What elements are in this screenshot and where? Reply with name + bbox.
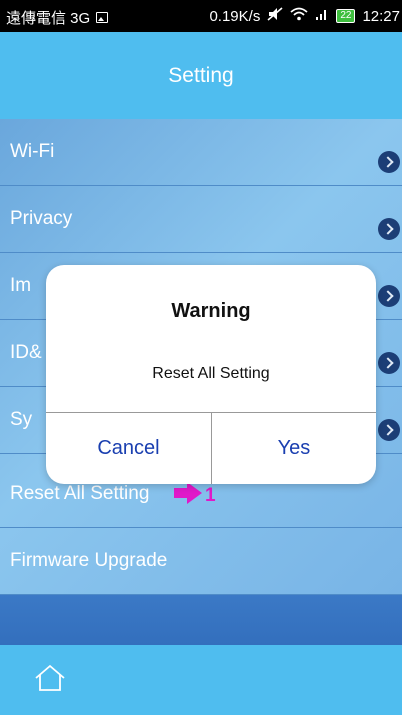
dialog-title: Warning	[171, 300, 251, 322]
yes-button[interactable]: Yes	[212, 413, 376, 484]
modal-overlay: Warning Reset All Setting Cancel Yes	[0, 0, 402, 715]
cancel-button[interactable]: Cancel	[46, 413, 211, 484]
warning-dialog: Warning Reset All Setting Cancel Yes	[46, 265, 376, 484]
dialog-message: Reset All Setting	[152, 365, 270, 382]
